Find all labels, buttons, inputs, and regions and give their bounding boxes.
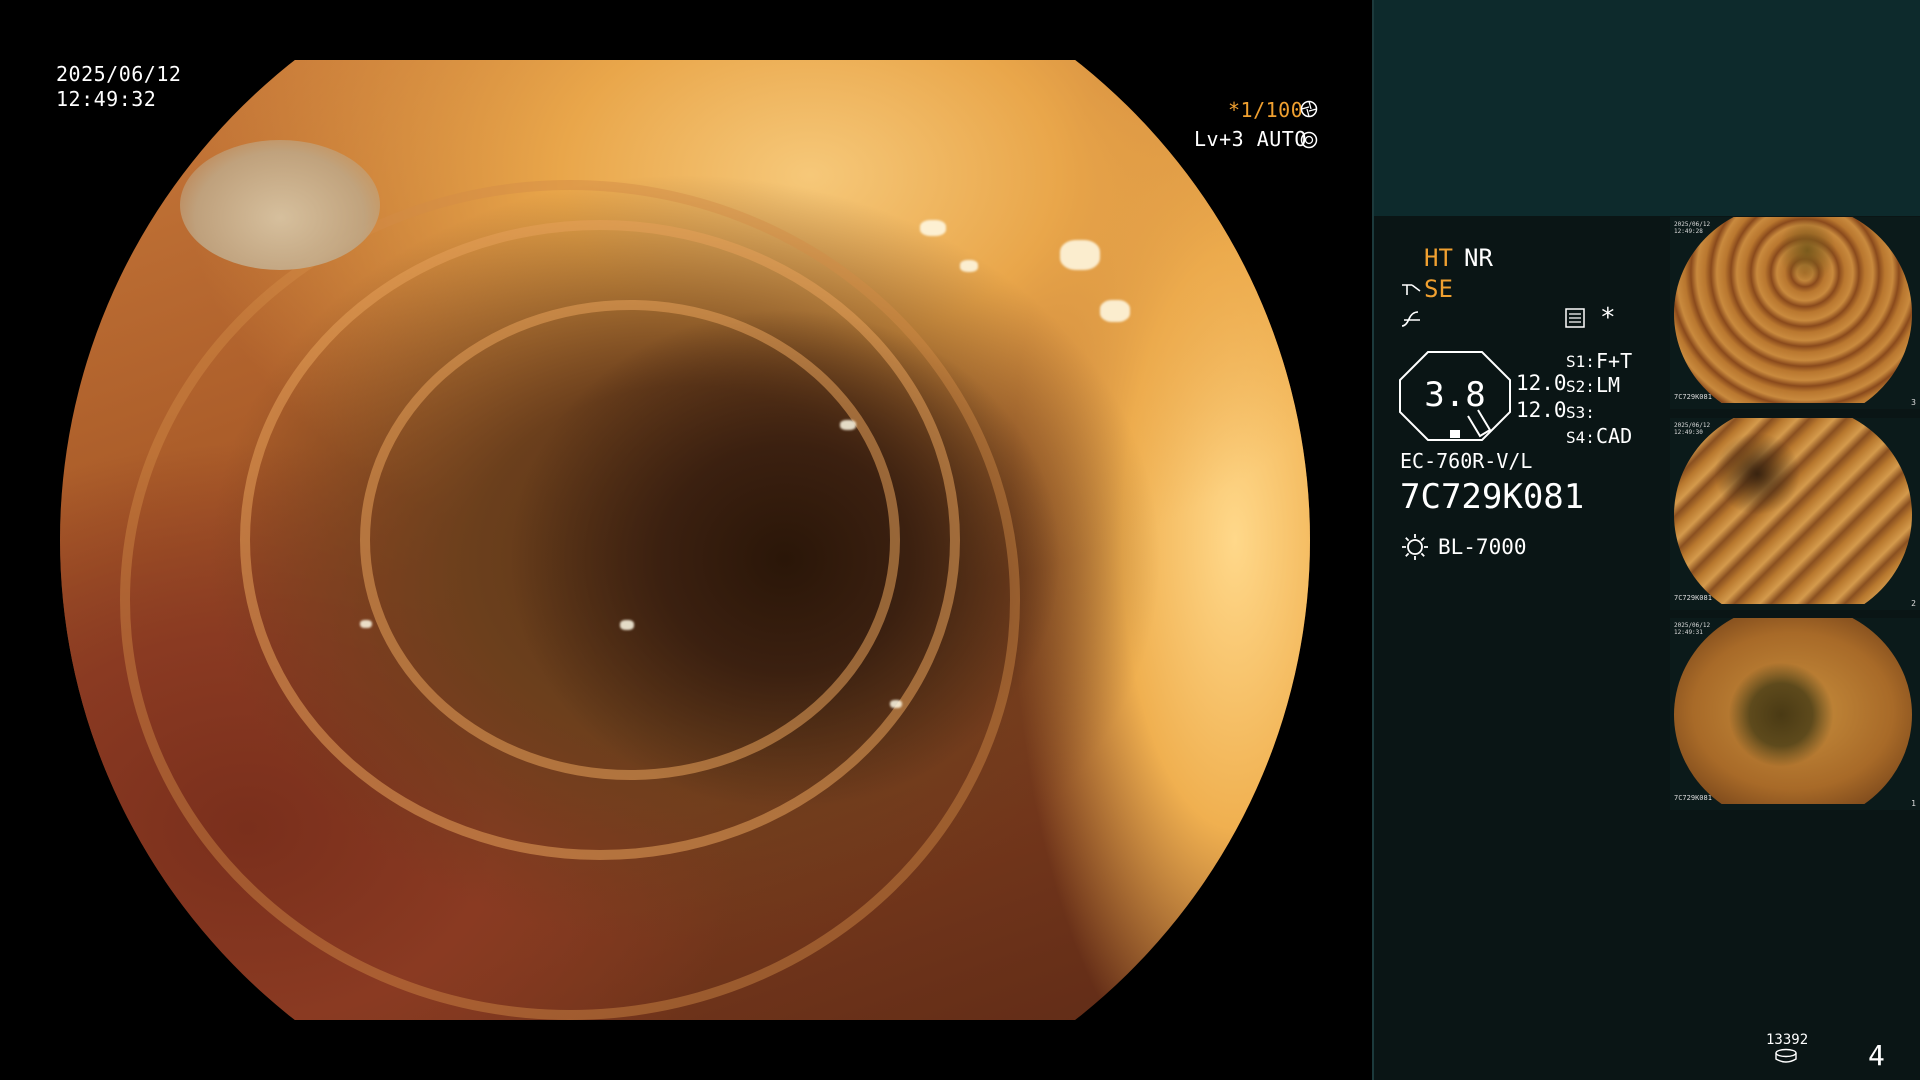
menu-list-icon (1565, 308, 1585, 328)
thumbnail-image (1674, 618, 1912, 804)
page-number: 4 (1868, 1039, 1885, 1072)
capture-thumbnail[interactable]: 2025/06/12 12:49:30 7C729K081 2 (1670, 418, 1920, 610)
thumbnail-serial: 7C729K081 (1674, 393, 1712, 401)
info-panel-header (1374, 0, 1920, 216)
switch-1-value: F+T (1596, 349, 1633, 373)
se-mode-label: SE (1424, 275, 1453, 303)
thumbnail-serial: 7C729K081 (1674, 794, 1712, 802)
live-video-area: 2025/06/12 12:49:32 *1/100 Lv+3 AUTO (0, 0, 1372, 1080)
switch-1-label: S1: (1566, 352, 1595, 371)
thumbnail-date: 2025/06/12 12:49:31 (1674, 622, 1711, 636)
switch-3-label: S3: (1566, 403, 1595, 422)
specular-highlight (1060, 240, 1100, 270)
distal-cap (180, 140, 380, 270)
setting-value-2: 12.0 (1516, 398, 1567, 422)
capture-thumbnail[interactable]: 2025/06/12 12:49:31 7C729K081 1 (1670, 618, 1920, 810)
specular-highlight (920, 220, 946, 236)
aperture-icon (1300, 100, 1318, 118)
ht-mode-label: HT (1424, 244, 1453, 272)
star-indicator: * (1600, 303, 1616, 333)
thumbnail-number: 1 (1911, 799, 1916, 808)
specular-highlight (1100, 300, 1130, 322)
specular-highlight (620, 620, 634, 630)
light-source-icon (1402, 534, 1428, 560)
nr-mode-label: NR (1464, 244, 1493, 272)
iris-icon (1300, 131, 1318, 149)
thumbnail-number: 3 (1911, 398, 1916, 407)
thumbnail-image (1674, 217, 1912, 403)
capture-thumbnail[interactable]: 2025/06/12 12:49:28 7C729K081 3 (1670, 217, 1920, 409)
specular-highlight (960, 260, 978, 272)
thumbnail-image (1674, 418, 1912, 604)
setting-value-1: 12.0 (1516, 371, 1567, 395)
capture-count: 13392 (1766, 1032, 1809, 1048)
switch-4-label: S4: (1566, 428, 1595, 447)
zoom-value: 3.8 (1424, 375, 1486, 415)
switch-4-value: CAD (1596, 424, 1633, 448)
thumbnail-number: 2 (1911, 599, 1916, 608)
specular-highlight (360, 620, 372, 628)
brightness-level: Lv+3 AUTO (1194, 127, 1307, 151)
light-source-model: BL-7000 (1438, 535, 1527, 559)
storage-disk-icon (1775, 1048, 1797, 1063)
mucosal-fold (120, 180, 1020, 1020)
scope-model: EC-760R-V/L (1400, 449, 1533, 473)
structure-enhance-icon (1402, 284, 1421, 295)
switch-2-label: S2: (1566, 377, 1595, 396)
thumbnail-date: 2025/06/12 12:49:28 (1674, 221, 1711, 235)
capture-date: 2025/06/12 (56, 62, 182, 86)
specular-highlight (840, 420, 856, 430)
endoscope-live-image (60, 60, 1310, 1020)
capture-time: 12:49:32 (56, 87, 157, 111)
switch-2-value: LM (1596, 373, 1621, 397)
thumbnail-date: 2025/06/12 12:49:30 (1674, 422, 1711, 436)
specular-highlight (890, 700, 902, 708)
scope-serial: 7C729K081 (1400, 477, 1585, 517)
freeze-wave-icon (1401, 311, 1420, 327)
thumbnail-serial: 7C729K081 (1674, 594, 1712, 602)
